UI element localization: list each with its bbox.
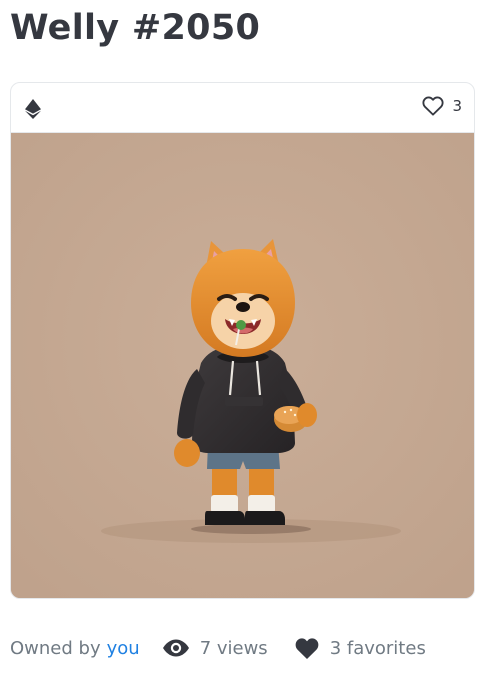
asset-meta: Owned by you 7 views 3 favorites — [10, 634, 426, 662]
ethereum-icon — [25, 99, 41, 119]
eye-icon — [162, 639, 200, 657]
asset-image[interactable] — [11, 133, 474, 598]
asset-card-header: 3 — [11, 83, 474, 133]
views-count: 7 views — [162, 638, 268, 659]
favorite-button[interactable]: 3 — [422, 96, 462, 116]
heart-outline-icon — [422, 96, 444, 116]
asset-card: 3 — [10, 82, 475, 599]
heart-filled-icon — [294, 637, 330, 660]
owner-link[interactable]: you — [107, 638, 140, 659]
owner-info: Owned by you — [10, 638, 140, 659]
favorite-count: 3 — [452, 97, 462, 115]
views-label: 7 views — [199, 637, 268, 659]
favorites-label: 3 favorites — [329, 637, 426, 659]
favorites-count: 3 favorites — [294, 637, 426, 660]
owned-by-label: Owned by — [10, 637, 101, 659]
page-title: Welly #2050 — [10, 8, 261, 48]
